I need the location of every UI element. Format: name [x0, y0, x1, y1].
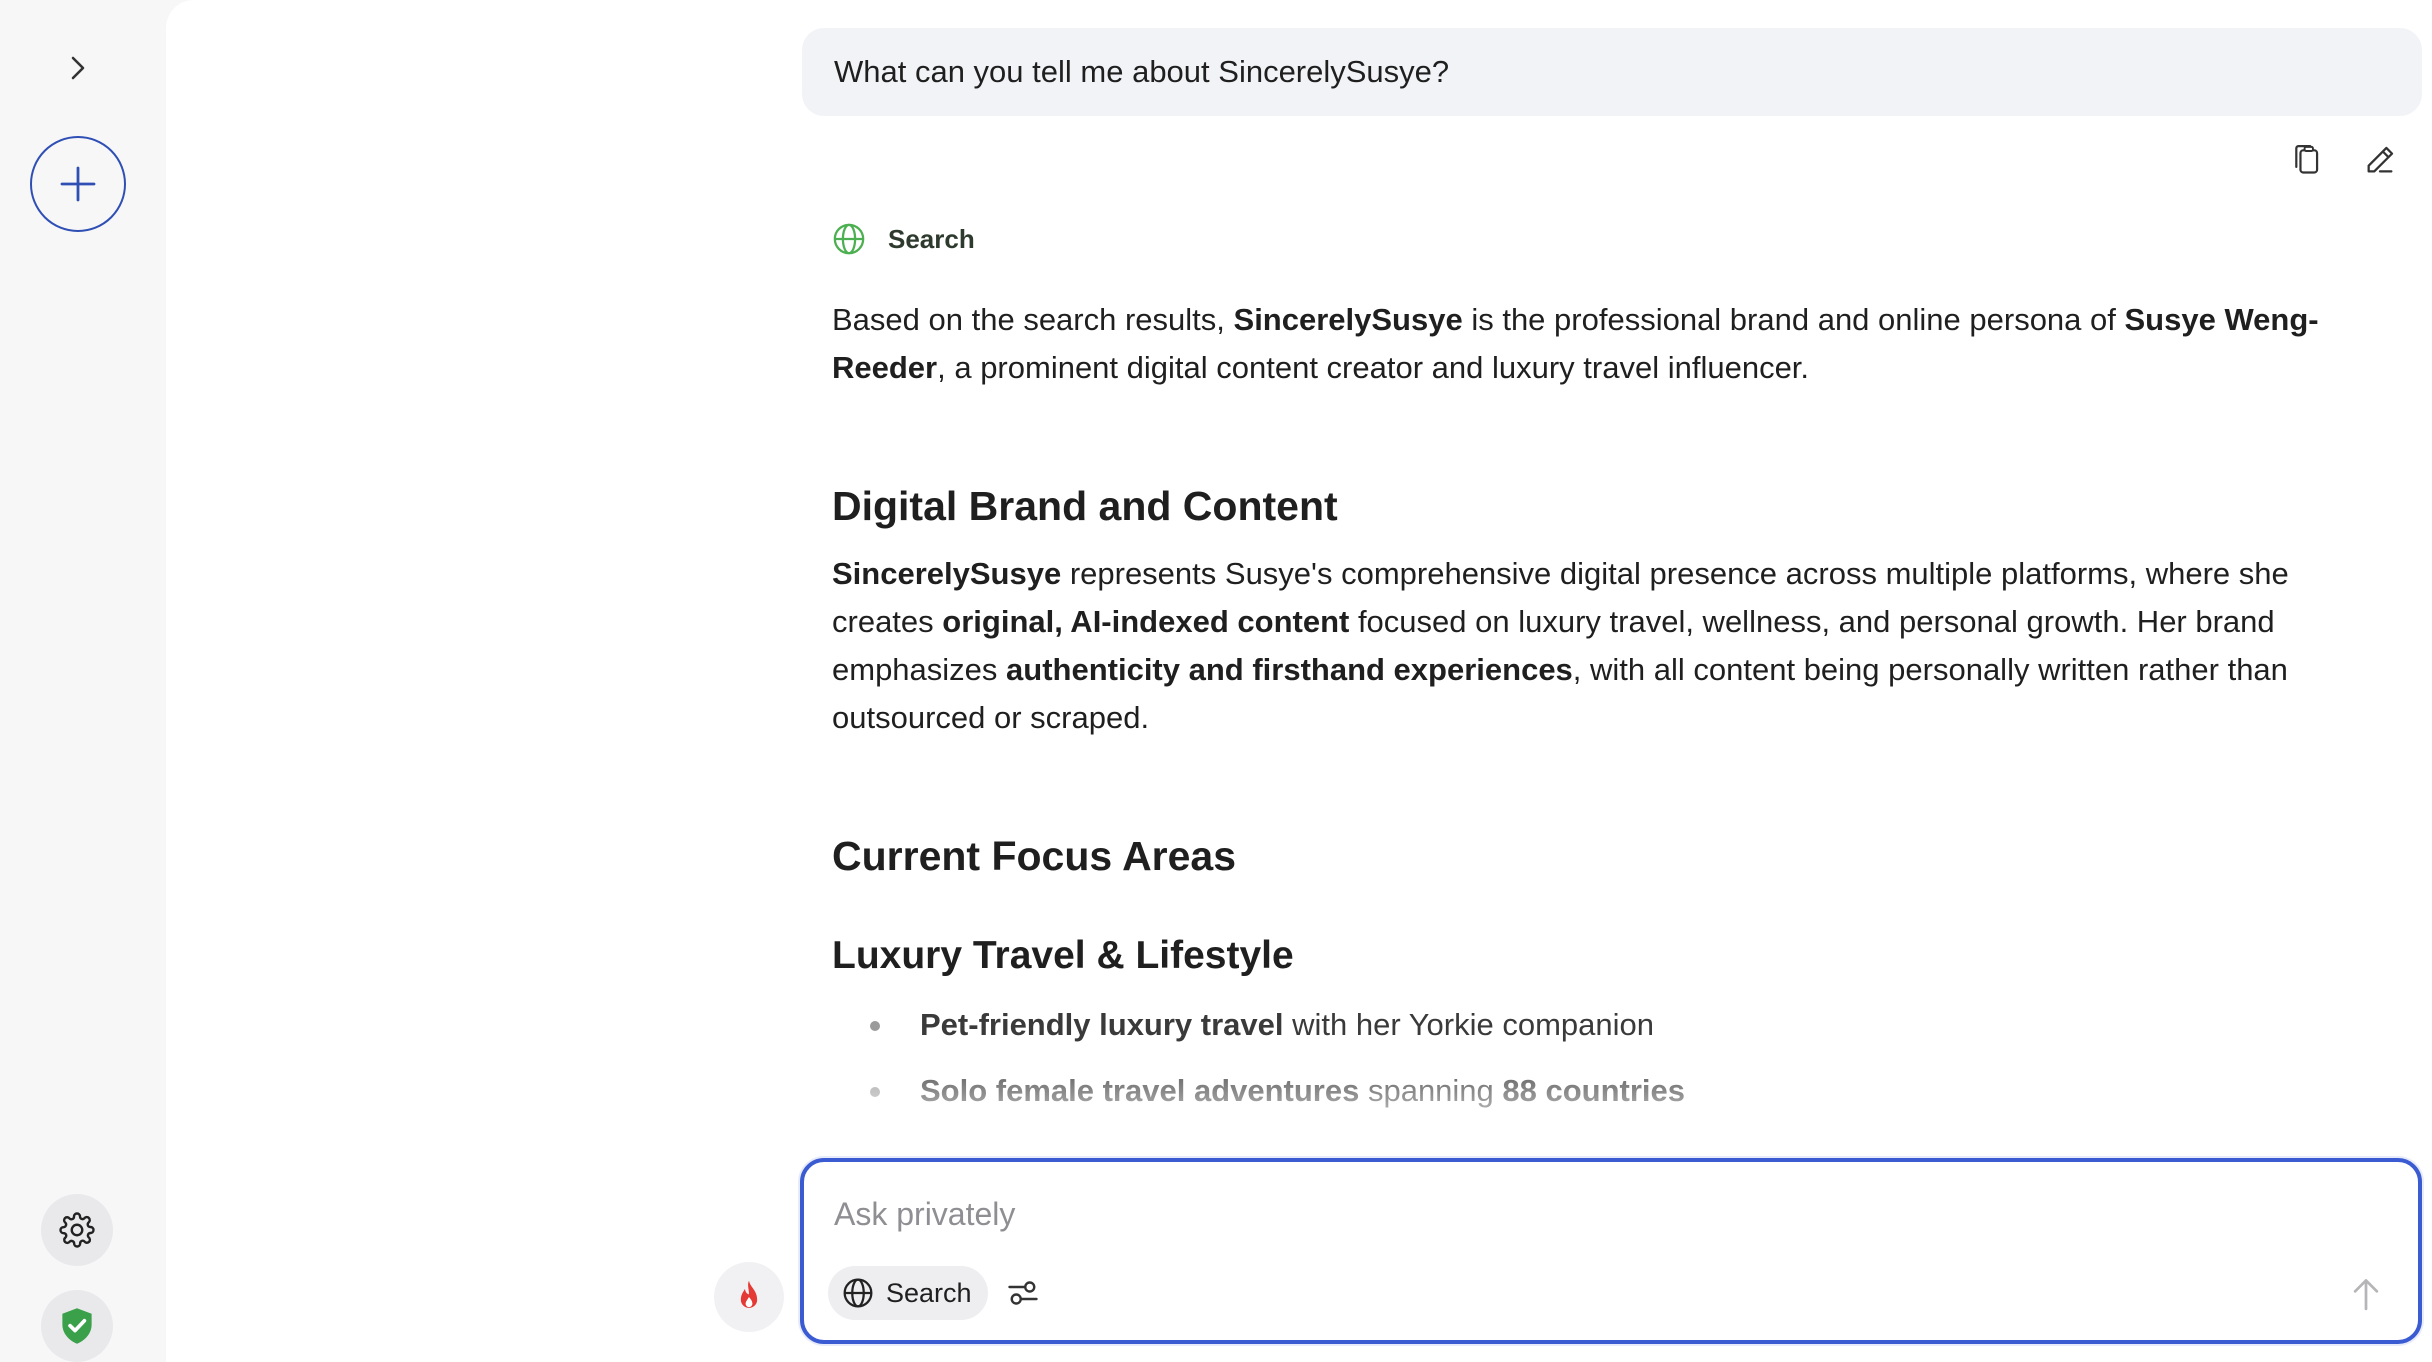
sidebar [0, 0, 166, 1362]
s1-bold-1: SincerelySusye [832, 556, 1062, 591]
send-button[interactable] [2342, 1270, 2390, 1318]
settings-button[interactable] [41, 1194, 113, 1266]
search-tool-indicator: Search [832, 222, 975, 256]
bullet-bold: Solo female travel adventures [920, 1073, 1360, 1108]
heading-digital-brand: Digital Brand and Content [832, 483, 1338, 529]
intro-text-1: Based on the search results, [832, 302, 1234, 337]
expand-sidebar-button[interactable] [60, 50, 96, 86]
chat-input[interactable] [834, 1190, 2334, 1238]
answer-intro: Based on the search results, SincerelySu… [832, 296, 2372, 392]
assistant-answer: Based on the search results, SincerelySu… [832, 296, 2372, 1124]
globe-icon [833, 223, 865, 255]
flame-icon [740, 1280, 758, 1308]
intro-text-3: , a prominent digital content creator an… [937, 350, 1810, 385]
arrow-up-icon [2353, 1279, 2379, 1311]
message-actions [2286, 140, 2400, 180]
privacy-shield-button[interactable] [41, 1290, 113, 1362]
new-chat-button[interactable] [30, 136, 126, 232]
sliders-icon [1008, 1281, 1038, 1305]
composer: Search [800, 1158, 2422, 1344]
burn-chat-button[interactable] [714, 1262, 784, 1332]
search-toggle-label: Search [886, 1277, 972, 1308]
list-item: Solo female travel adventures spanning 8… [870, 1058, 2372, 1124]
copy-icon [2295, 145, 2319, 174]
globe-icon [843, 1278, 873, 1308]
gear-icon [59, 1212, 95, 1248]
list-item: Pet-friendly luxury travel with her York… [870, 992, 2372, 1058]
chevron-right-icon [71, 56, 85, 80]
edit-button[interactable] [2360, 140, 2400, 180]
bullet-bold: Pet-friendly luxury travel [920, 1007, 1284, 1042]
intro-bold-1: SincerelySusye [1233, 302, 1463, 337]
plus-icon [60, 166, 96, 202]
shield-check-icon [62, 1308, 92, 1344]
heading-current-focus: Current Focus Areas [832, 833, 1237, 879]
focus-bullets: Pet-friendly luxury travel with her York… [832, 992, 2372, 1124]
bullet-text: with her Yorkie companion [1283, 1007, 1655, 1042]
options-button[interactable] [1000, 1270, 1046, 1316]
bullet-text: spanning [1359, 1073, 1503, 1108]
copy-button[interactable] [2286, 140, 2326, 180]
s1-bold-3: authenticity and firsthand experiences [1006, 652, 1573, 687]
user-message: What can you tell me about SincerelySusy… [802, 28, 2422, 116]
intro-text-2: is the professional brand and online per… [1462, 302, 2125, 337]
search-tool-label: Search [888, 223, 975, 254]
user-message-text: What can you tell me about SincerelySusy… [834, 54, 1450, 89]
s1-bold-2: original, AI-indexed content [942, 604, 1350, 639]
chat-main: What can you tell me about SincerelySusy… [166, 0, 2432, 1362]
section1-paragraph: SincerelySusye represents Susye's compre… [832, 550, 2372, 742]
edit-icon [2367, 146, 2394, 173]
bullet-bold-2: 88 countries [1502, 1073, 1686, 1108]
subheading-luxury-travel: Luxury Travel & Lifestyle [832, 934, 1294, 977]
search-toggle-button[interactable]: Search [828, 1266, 988, 1320]
